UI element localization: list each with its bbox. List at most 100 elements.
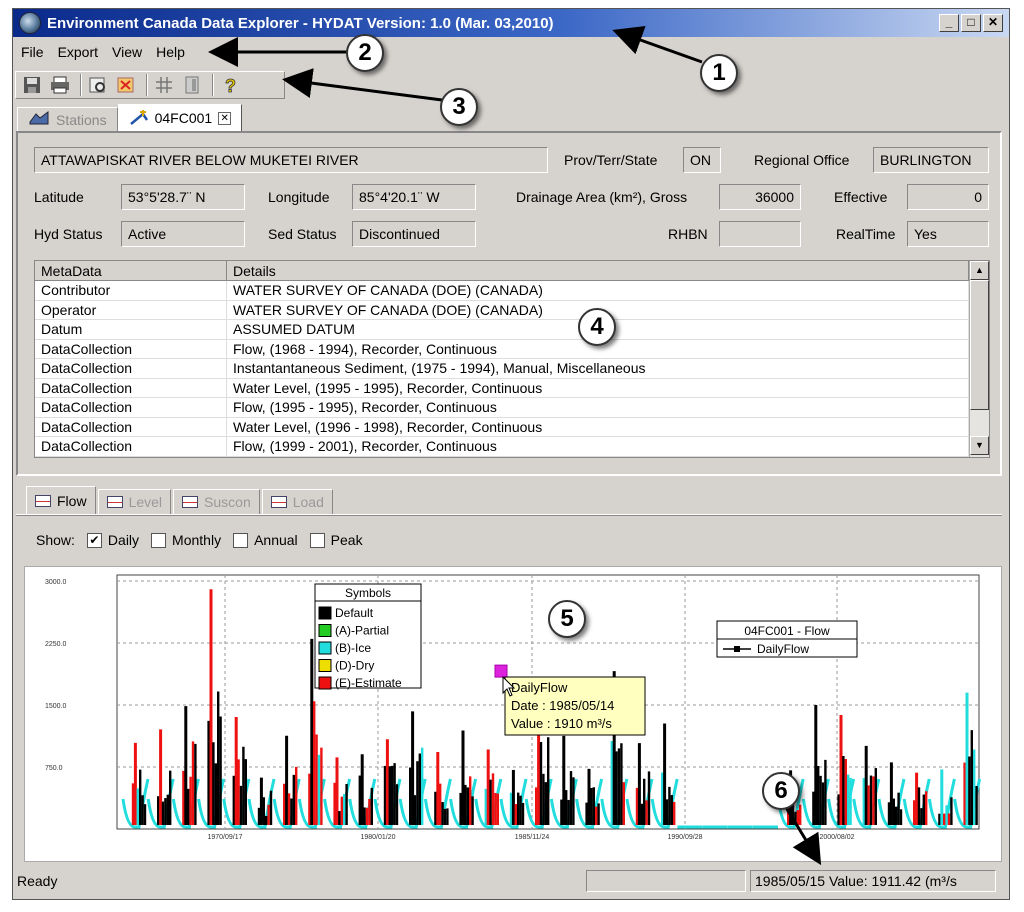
highlighted-data-point[interactable]: [494, 664, 508, 678]
tab-level[interactable]: Level: [97, 489, 172, 514]
symbols-legend: Symbols Default (A)-Partial (B)-Ice (D)-Dry…: [314, 583, 422, 690]
annual-checkbox[interactable]: [233, 532, 249, 548]
effective-label: Effective: [834, 189, 888, 205]
tab-station-04fc001[interactable]: 04FC001 ✕: [117, 104, 243, 131]
window-title: Environment Canada Data Explorer - HYDAT…: [47, 14, 554, 32]
show-options: Show: ✔ Daily Monthly Annual Peak: [36, 532, 363, 548]
grid-icon[interactable]: [152, 74, 176, 96]
chart-icon: [35, 494, 51, 507]
office-label: Regional Office: [754, 152, 850, 168]
column-header-details[interactable]: Details: [227, 261, 969, 280]
scroll-thumb[interactable]: [970, 280, 989, 410]
cell-metadata: DataCollection: [35, 437, 227, 456]
show-label: Show:: [36, 532, 75, 548]
scroll-down-icon[interactable]: ▼: [970, 436, 989, 455]
tab-stations[interactable]: Stations: [17, 107, 118, 131]
sed-status-field: Discontinued: [352, 221, 476, 247]
chart-icon: [106, 496, 123, 508]
table-scrollbar[interactable]: ▲ ▼: [969, 261, 989, 457]
x-tick-label: 1985/11/24: [515, 834, 550, 841]
hyd-status-field: Active: [121, 221, 245, 247]
cell-metadata: DataCollection: [35, 398, 227, 417]
legend-swatch: [318, 624, 332, 637]
chart-icon: [270, 496, 287, 508]
cell-details: Flow, (1995 - 1995), Recorder, Continuou…: [227, 398, 969, 417]
tab-close-icon[interactable]: ✕: [218, 111, 232, 125]
toolbar-separator: [80, 74, 82, 96]
y-tick-label: 750.0: [45, 765, 63, 772]
table-row[interactable]: DataCollection Flow, (1995 - 1995), Recor…: [35, 398, 989, 418]
toolbar-separator: [212, 74, 214, 96]
series-legend: 04FC001 - Flow DailyFlow: [716, 620, 858, 658]
rhbn-field: [719, 221, 801, 247]
table-row[interactable]: Datum ASSUMED DATUM: [35, 320, 989, 340]
callout-5: 5: [548, 600, 586, 638]
table-row[interactable]: DataCollection Flow, (1999 - 2001), Recor…: [35, 437, 989, 457]
save-icon[interactable]: [20, 74, 44, 96]
callout-3: 3: [440, 88, 478, 126]
station-flag-icon: [129, 108, 149, 129]
drainage-label: Drainage Area (km²), Gross: [516, 189, 688, 205]
daily-checkbox[interactable]: ✔: [86, 532, 102, 548]
office-field: BURLINGTON: [873, 147, 989, 173]
cell-metadata: DataCollection: [35, 359, 227, 378]
legend-label: (D)-Dry: [335, 659, 374, 673]
minimize-button[interactable]: _: [939, 14, 959, 32]
close-button[interactable]: ✕: [983, 14, 1003, 32]
cell-details: WATER SURVEY OF CANADA (DOE) (CANADA): [227, 281, 969, 300]
flow-chart[interactable]: 3000.0 2250.0 1500.0 750.0 1970/09/17 1980/01…: [24, 566, 1002, 862]
tab-flow[interactable]: Flow: [26, 486, 96, 514]
longitude-label: Longitude: [268, 189, 330, 205]
legend-swatch: [318, 641, 332, 655]
cell-details: Water Level, (1996 - 1998), Recorder, Co…: [227, 417, 969, 436]
series-legend-marker: [734, 646, 740, 652]
x-tick-label: 1980/01/20: [360, 834, 395, 841]
annual-label: Annual: [254, 532, 298, 548]
menu-view[interactable]: View: [112, 44, 142, 60]
menu-bar: File Export View Help: [13, 41, 199, 63]
menu-help[interactable]: Help: [156, 44, 185, 60]
cell-metadata: DataCollection: [35, 378, 227, 397]
tab-label: Level: [128, 494, 163, 510]
menu-export[interactable]: Export: [58, 44, 98, 60]
x-tick-label: 1970/09/17: [207, 834, 242, 841]
monthly-label: Monthly: [172, 532, 222, 548]
table-row[interactable]: DataCollection Flow, (1968 - 1994), Recor…: [35, 339, 989, 359]
panel-icon[interactable]: [180, 74, 204, 96]
tooltip-date: Date : 1985/05/14: [511, 698, 614, 713]
tab-label: Load: [292, 494, 324, 510]
metadata-table[interactable]: MetaData Details Contributor WATER SURVEY…: [34, 260, 990, 458]
table-row[interactable]: Contributor WATER SURVEY OF CANADA (DOE) …: [35, 281, 989, 301]
close-doc-icon[interactable]: [114, 74, 138, 96]
x-tick-label: 2000/08/02: [819, 834, 854, 841]
scroll-up-icon[interactable]: ▲: [970, 261, 989, 280]
tab-suscon[interactable]: Suscon: [173, 489, 260, 514]
column-header-metadata[interactable]: MetaData: [35, 261, 227, 280]
peak-checkbox[interactable]: [309, 532, 325, 548]
maximize-button[interactable]: □: [961, 14, 981, 32]
tab-label: Suscon: [204, 494, 251, 510]
y-tick-label: 2250.0: [45, 641, 67, 648]
print-preview-icon[interactable]: [86, 74, 110, 96]
tab-load[interactable]: Load: [261, 489, 333, 514]
app-globe-icon: [19, 12, 41, 34]
toolbar-separator: [146, 74, 148, 96]
print-icon[interactable]: [48, 74, 72, 96]
table-row[interactable]: DataCollection Water Level, (1995 - 1995)…: [35, 378, 989, 398]
symbols-legend-title: Symbols: [345, 586, 391, 600]
table-row[interactable]: DataCollection Water Level, (1996 - 1998)…: [35, 417, 989, 437]
legend-label: (E)-Estimate: [335, 676, 402, 690]
menu-file[interactable]: File: [21, 44, 44, 60]
help-icon[interactable]: ?: [218, 74, 242, 96]
table-body: Contributor WATER SURVEY OF CANADA (DOE) …: [35, 281, 989, 457]
monthly-checkbox[interactable]: [151, 532, 167, 548]
status-middle: [586, 870, 746, 892]
flow-chart-svg: 3000.0 2250.0 1500.0 750.0 1970/09/17 1980/01…: [45, 574, 982, 841]
status-readout: 1985/05/15 Value: 1911.42 (m³/s: [750, 870, 996, 892]
data-tooltip: DailyFlow Date : 1985/05/14 Value : 1910…: [504, 676, 646, 736]
table-row[interactable]: Operator WATER SURVEY OF CANADA (DOE) (CA…: [35, 300, 989, 320]
cell-details: Water Level, (1995 - 1995), Recorder, Co…: [227, 378, 969, 397]
title-bar[interactable]: Environment Canada Data Explorer - HYDAT…: [13, 9, 1009, 37]
prov-label: Prov/Terr/State: [564, 152, 658, 168]
table-row[interactable]: DataCollection Instantantaneous Sediment,…: [35, 359, 989, 379]
